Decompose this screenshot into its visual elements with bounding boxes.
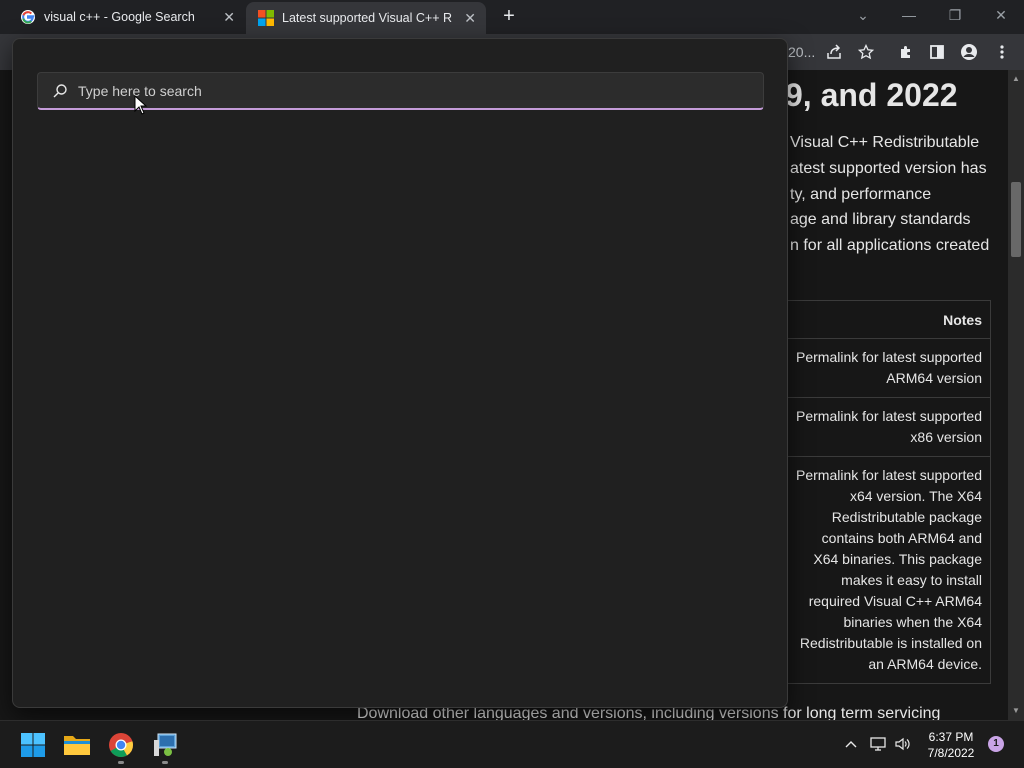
tab-close-icon[interactable]: ✕	[223, 9, 235, 26]
windows-start-icon	[21, 733, 45, 757]
paragraph-line: age and library standards	[790, 211, 971, 229]
tab-title: Latest supported Visual C++ Redistributa…	[282, 11, 452, 25]
tab-visual-cpp-redistributable[interactable]: Latest supported Visual C++ Redistributa…	[246, 2, 486, 34]
scroll-down-arrow-icon[interactable]: ▼	[1011, 706, 1021, 716]
windows-taskbar: 6:37 PM 7/8/2022 1	[0, 720, 1024, 768]
windows-search-panel	[12, 38, 788, 708]
address-bar-fragment[interactable]: 20...	[788, 44, 815, 60]
table-cell-notes: Permalink for latest supported x64 versi…	[786, 456, 991, 684]
browser-tab-bar: visual c++ - Google Search ✕ Latest supp…	[0, 0, 1024, 34]
intro-paragraph: Visual C++ Redistributable atest support…	[790, 130, 1008, 259]
mouse-pointer-icon	[134, 95, 148, 115]
bookmark-star-icon[interactable]	[855, 41, 877, 63]
extensions-puzzle-icon[interactable]	[895, 41, 917, 63]
desktop: visual c++ - Google Search ✕ Latest supp…	[0, 0, 1024, 768]
chrome-icon	[109, 733, 133, 758]
control-panel-taskbar-button[interactable]	[150, 730, 180, 764]
table-cell-notes: Permalink for latest supported x86 versi…	[786, 397, 991, 457]
restore-button[interactable]: ❐	[943, 4, 967, 26]
share-icon[interactable]	[823, 41, 845, 63]
scroll-up-arrow-icon[interactable]: ▲	[1011, 74, 1021, 84]
running-indicator	[162, 761, 168, 764]
microsoft-icon	[258, 10, 274, 26]
clock-time: 6:37 PM	[928, 730, 974, 744]
chrome-taskbar-button[interactable]	[106, 730, 136, 764]
new-tab-button[interactable]: +	[498, 5, 520, 27]
page-scrollbar[interactable]: ▲ ▼	[1008, 70, 1024, 720]
system-clock[interactable]: 6:37 PM 7/8/2022	[920, 729, 982, 761]
profile-avatar-icon[interactable]	[958, 41, 980, 63]
paragraph-line: Visual C++ Redistributable	[790, 134, 980, 151]
tab-close-icon[interactable]: ✕	[464, 10, 476, 27]
control-panel-icon	[154, 733, 177, 756]
network-icon[interactable]	[869, 735, 887, 753]
close-window-button[interactable]: ✕	[989, 4, 1013, 26]
side-panel-icon[interactable]	[926, 41, 948, 63]
running-indicator	[118, 761, 124, 764]
scrollbar-thumb[interactable]	[1011, 182, 1021, 257]
start-button[interactable]	[18, 730, 48, 760]
file-explorer-icon	[64, 736, 90, 755]
google-icon	[21, 10, 35, 24]
paragraph-line: n for all applications created	[790, 237, 990, 255]
paragraph-line: ty, and performance	[790, 185, 932, 203]
downloads-table: Notes Permalink for latest supported ARM…	[786, 300, 991, 684]
more-menu-icon[interactable]	[991, 41, 1013, 63]
tab-search-chevron-icon[interactable]: ⌄	[851, 4, 875, 26]
clock-date: 7/8/2022	[927, 746, 975, 760]
page-heading: 9, and 2022	[785, 77, 958, 113]
show-hidden-icons-chevron-icon[interactable]	[842, 735, 860, 753]
notification-count-badge[interactable]: 1	[988, 736, 1004, 752]
minimize-button[interactable]: —	[897, 4, 921, 26]
file-explorer-button[interactable]	[62, 730, 92, 760]
tab-title: visual c++ - Google Search	[44, 10, 195, 24]
volume-icon[interactable]	[894, 735, 912, 753]
table-header-notes: Notes	[786, 300, 991, 339]
table-cell-notes: Permalink for latest supported ARM64 ver…	[786, 338, 991, 398]
paragraph-line: atest supported version has	[790, 159, 987, 177]
tab-google-search[interactable]: visual c++ - Google Search ✕	[0, 0, 245, 34]
search-input[interactable]	[78, 73, 738, 109]
search-icon	[53, 84, 67, 98]
